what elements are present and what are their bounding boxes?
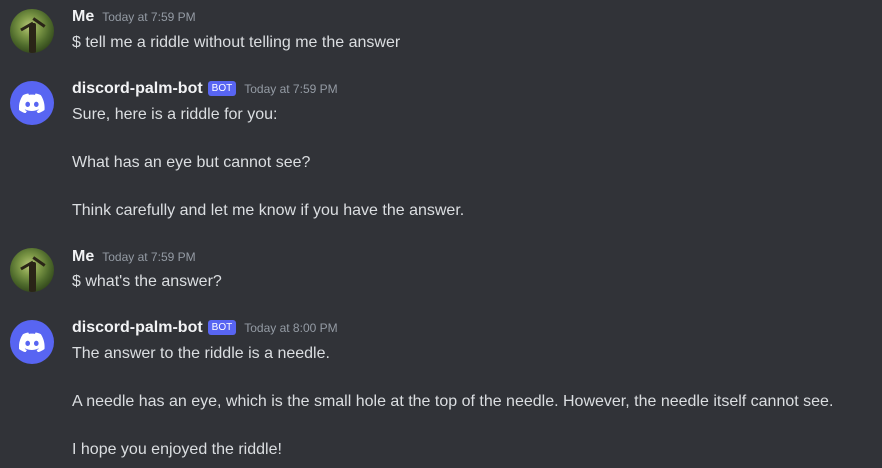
- timestamp[interactable]: Today at 8:00 PM: [244, 321, 337, 335]
- discord-logo-icon: [19, 332, 45, 352]
- avatar[interactable]: [10, 320, 54, 364]
- avatar[interactable]: [10, 248, 54, 292]
- message-text: I hope you enjoyed the riddle!: [72, 441, 282, 458]
- username[interactable]: Me: [72, 248, 94, 266]
- message-header: Me Today at 7:59 PM: [72, 8, 196, 26]
- avatar[interactable]: [10, 9, 54, 53]
- discord-logo-icon: [19, 93, 45, 113]
- username[interactable]: discord-palm-bot: [72, 319, 203, 337]
- bot-tag: BOT: [207, 320, 237, 335]
- message-text: Sure, here is a riddle for you:: [72, 106, 278, 123]
- timestamp[interactable]: Today at 7:59 PM: [244, 82, 337, 96]
- timestamp[interactable]: Today at 7:59 PM: [102, 10, 195, 24]
- message-text: What has an eye but cannot see?: [72, 154, 311, 171]
- message-text: $ what's the answer?: [72, 273, 222, 290]
- message-header: discord-palm-bot BOT Today at 7:59 PM: [72, 80, 338, 98]
- tree-trunk: [29, 23, 36, 53]
- message-text: Think carefully and let me know if you h…: [72, 202, 465, 219]
- timestamp[interactable]: Today at 7:59 PM: [102, 250, 195, 264]
- tree-trunk: [29, 262, 36, 292]
- message-header: Me Today at 7:59 PM: [72, 248, 196, 266]
- chat-message-list: Me Today at 7:59 PM $ tell me a riddle w…: [0, 0, 882, 468]
- message-text: The answer to the riddle is a needle.: [72, 345, 330, 362]
- message-text: A needle has an eye, which is the small …: [72, 393, 834, 410]
- username[interactable]: discord-palm-bot: [72, 80, 203, 98]
- bot-tag: BOT: [207, 81, 237, 96]
- message-header: discord-palm-bot BOT Today at 8:00 PM: [72, 319, 338, 337]
- avatar[interactable]: [10, 81, 54, 125]
- username[interactable]: Me: [72, 8, 94, 26]
- message-text: $ tell me a riddle without telling me th…: [72, 34, 401, 51]
